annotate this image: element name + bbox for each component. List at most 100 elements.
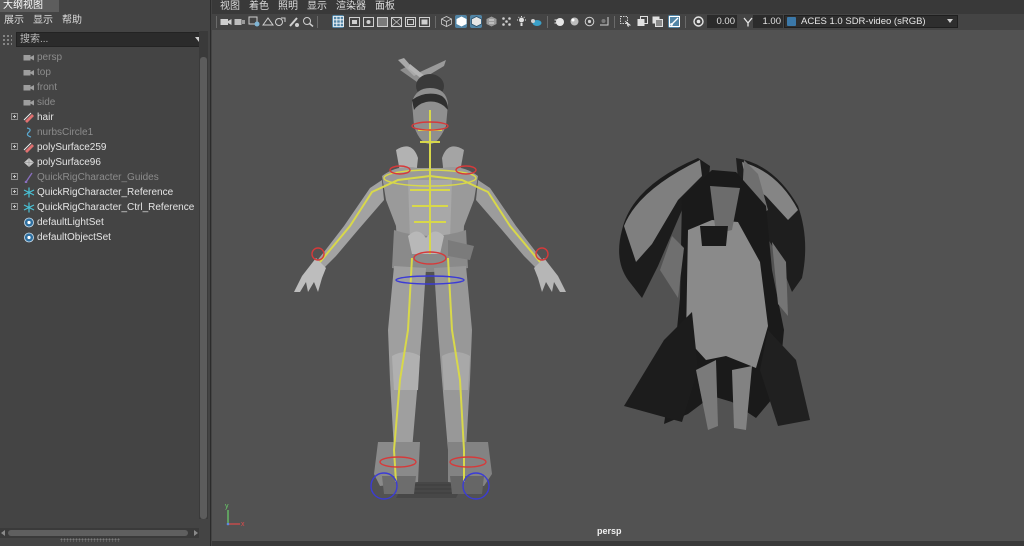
xray-joints-icon[interactable] [668, 15, 680, 28]
toolbar-separator [317, 16, 318, 28]
film-gate-icon[interactable] [348, 15, 360, 28]
viewport-menu-panels[interactable]: 面板 [372, 0, 401, 14]
toolbar-separator [547, 16, 548, 28]
chevron-down-icon[interactable] [947, 19, 953, 23]
outliner-item[interactable]: front [0, 80, 198, 95]
outliner-item-label: QuickRigCharacter_Ctrl_Reference [37, 202, 195, 213]
gate-mask-icon[interactable] [376, 15, 388, 28]
character-skeleton[interactable] [319, 110, 541, 483]
expand-toggle-icon[interactable] [11, 143, 18, 150]
outliner-item[interactable]: QuickRigCharacter_Ctrl_Reference [0, 200, 198, 215]
viewport-toolbar: 0.00 1.00 ACES 1.0 SDR-video (sRGB) [212, 14, 1024, 30]
depth-of-field-icon[interactable] [583, 15, 595, 28]
camera-icon [23, 97, 35, 108]
xray-icon[interactable] [636, 15, 648, 28]
expand-toggle-icon[interactable] [11, 173, 18, 180]
grid-icon[interactable] [332, 15, 344, 28]
smooth-shade-icon[interactable] [455, 15, 467, 28]
joint-icon [23, 187, 35, 198]
bookmarks-icon[interactable] [248, 15, 260, 28]
color-management-dropdown[interactable]: ACES 1.0 SDR-video (sRGB) [784, 15, 958, 28]
safe-action-icon[interactable] [404, 15, 416, 28]
scroll-left-icon[interactable] [1, 530, 5, 536]
camera-icon [23, 82, 35, 93]
shadows-icon[interactable] [515, 15, 527, 28]
wireframe-icon[interactable] [440, 15, 452, 28]
viewport-canvas[interactable]: y x persp [212, 30, 1024, 541]
outliner-item-label: front [37, 82, 58, 93]
two-d-pan-zoom-icon[interactable] [274, 15, 286, 28]
camera-attributes-icon[interactable] [234, 15, 246, 28]
outliner-menubar: 展示 显示 帮助 [0, 13, 210, 29]
safe-title-icon[interactable] [418, 15, 430, 28]
outliner-vertical-scroll-thumb[interactable] [200, 57, 207, 519]
outliner-menu-show[interactable]: 显示 [29, 13, 58, 29]
image-plane-icon[interactable] [262, 15, 274, 28]
use-all-lights-icon[interactable] [500, 15, 512, 28]
viewport-menu-renderer[interactable]: 渲染器 [333, 0, 372, 14]
camera-name-label: persp [597, 526, 622, 536]
multisample-antialiasing-icon[interactable] [568, 15, 580, 28]
magnify-icon[interactable] [302, 15, 314, 28]
viewport-panel: 视图 着色 照明 显示 渲染器 面板 0.00 1.00 ACES 1.0 SD… [212, 0, 1024, 546]
outliner-item-label: top [37, 67, 51, 78]
xray-active-components-icon[interactable] [651, 15, 663, 28]
robe-mesh[interactable] [619, 158, 810, 430]
gamma-field[interactable]: 1.00 [753, 15, 783, 28]
axis-x-label: x [241, 521, 245, 528]
ambient-occlusion-icon[interactable] [530, 15, 542, 28]
grease-pencil-icon[interactable] [288, 15, 300, 28]
outliner-title-tab[interactable]: 大纲视图 [0, 0, 59, 12]
outliner-item[interactable]: QuickRigCharacter_Reference [0, 185, 198, 200]
viewport-menubar: 视图 着色 照明 显示 渲染器 面板 [212, 0, 1024, 14]
outliner-item-label: hair [37, 112, 54, 123]
select-camera-icon[interactable] [220, 15, 232, 28]
expand-toggle-icon[interactable] [11, 188, 18, 195]
outliner-tree: persp top front side hair nurbsCircle1 polySur… [0, 50, 198, 518]
wireframe-on-shaded-icon[interactable] [470, 15, 482, 28]
toolbar-separator [216, 16, 217, 28]
scroll-right-icon[interactable] [194, 530, 198, 536]
outliner-item[interactable]: polySurface96 [0, 155, 198, 170]
outliner-menu-help[interactable]: 帮助 [58, 13, 87, 29]
outliner-item-label: nurbsCircle1 [37, 127, 94, 138]
field-chart-icon[interactable] [390, 15, 402, 28]
axis-gizmo: y x [222, 500, 252, 530]
outliner-search-input[interactable] [20, 33, 190, 46]
textured-icon[interactable] [485, 15, 497, 28]
viewport-menu-show[interactable]: 显示 [304, 0, 333, 14]
expand-toggle-icon[interactable] [11, 203, 18, 210]
viewport-menu-lighting[interactable]: 照明 [275, 0, 304, 14]
exposure-icon[interactable] [692, 15, 704, 28]
viewport-menu-shading[interactable]: 着色 [246, 0, 275, 14]
outliner-vertical-scrollbar[interactable] [199, 31, 208, 519]
outliner-horizontal-scrollbar[interactable] [0, 528, 199, 538]
panel-resize-grip[interactable] [60, 538, 120, 542]
outliner-item[interactable]: top [0, 65, 198, 80]
outliner-item[interactable]: defaultLightSet [0, 215, 198, 230]
drag-grip-icon[interactable] [2, 34, 12, 46]
set-icon [23, 232, 35, 243]
outliner-item[interactable]: hair [0, 110, 198, 125]
screen-space-reflection-icon[interactable] [598, 15, 610, 28]
outliner-item[interactable]: nurbsCircle1 [0, 125, 198, 140]
outliner-item[interactable]: side [0, 95, 198, 110]
outliner-item-label: defaultObjectSet [37, 232, 111, 243]
outliner-item[interactable]: polySurface259 [0, 140, 198, 155]
view-transform-label: ACES 1.0 SDR-video (sRGB) [801, 16, 926, 27]
outliner-item[interactable]: QuickRigCharacter_Guides [0, 170, 198, 185]
outliner-item-label: polySurface259 [37, 142, 107, 153]
exposure-field[interactable]: 0.00 [707, 15, 737, 28]
color-management-icon[interactable] [787, 17, 796, 26]
motion-blur-icon[interactable] [553, 15, 565, 28]
isolate-select-icon[interactable] [619, 15, 631, 28]
outliner-item[interactable]: persp [0, 50, 198, 65]
mesh-group-icon [23, 142, 35, 153]
outliner-horizontal-scroll-thumb[interactable] [8, 530, 188, 536]
outliner-item-label: side [37, 97, 56, 108]
outliner-menu-display[interactable]: 展示 [0, 13, 29, 29]
outliner-item[interactable]: defaultObjectSet [0, 230, 198, 245]
resolution-gate-icon[interactable] [362, 15, 374, 28]
expand-toggle-icon[interactable] [11, 113, 18, 120]
viewport-menu-view[interactable]: 视图 [217, 0, 246, 14]
